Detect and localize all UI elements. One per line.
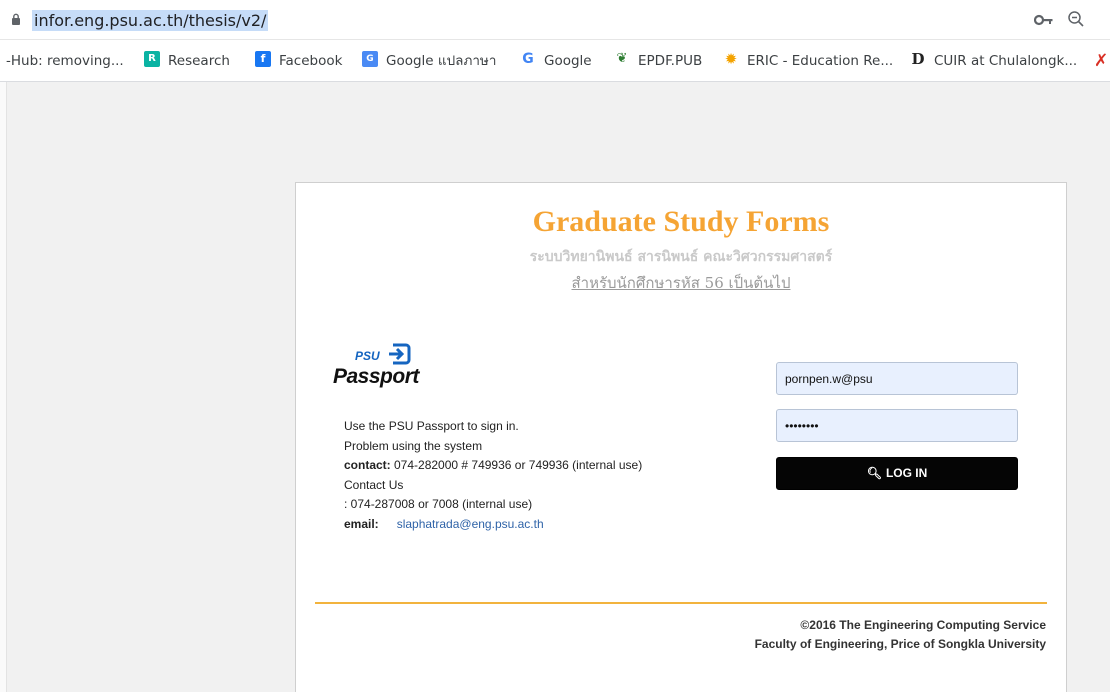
username-field[interactable] xyxy=(776,362,1018,395)
email-line: email: slaphatrada@eng.psu.ac.th xyxy=(344,516,544,531)
cuir-icon: D xyxy=(911,50,925,68)
passport-arrow-icon xyxy=(389,343,411,365)
footer-copyright: ©2016 The Engineering Computing Service xyxy=(800,618,1046,632)
info-line: : 074-287008 or 7008 (internal use) xyxy=(344,497,533,511)
more-bookmarks-icon[interactable]: ✗ xyxy=(1094,40,1108,82)
epdf-icon: ❦ xyxy=(616,51,628,66)
login-card: Graduate Study Forms ระบบวิทยานิพนธ์ สาร… xyxy=(295,182,1067,692)
researchgate-icon: R xyxy=(144,51,160,67)
google-translate-icon: G xyxy=(362,51,378,67)
student-id-link[interactable]: สำหรับนักศึกษารหัส 56 เป็นต้นไป xyxy=(296,271,1066,295)
contact-line: contact: 074-282000 # 749936 or 749936 (… xyxy=(344,458,643,472)
bookmark-google[interactable]: G Google xyxy=(520,40,591,82)
page-subtitle: ระบบวิทยานิพนธ์ สารนิพนธ์ คณะวิศวกรรมศาส… xyxy=(529,249,833,265)
eric-icon: ✹ xyxy=(724,50,738,68)
key-icon: 🔍︎ xyxy=(866,466,882,480)
bookmarks-bar: -Hub: removing... R Research f Facebook GG… xyxy=(0,40,1110,82)
page-edge xyxy=(0,82,7,692)
bookmark-cuir[interactable]: D CUIR at Chulalongk... xyxy=(910,40,1077,82)
bookmark-epdf[interactable]: ❦ EPDF.PUB xyxy=(614,40,703,82)
lock-icon xyxy=(12,13,20,25)
info-line: Problem using the system xyxy=(344,438,483,453)
url-field[interactable]: infor.eng.psu.ac.th/thesis/v2/ xyxy=(32,10,269,32)
login-button[interactable]: 🔍︎ LOG IN xyxy=(776,457,1018,490)
psu-passport-logo: PSU Passport xyxy=(333,341,453,397)
bookmark-hub[interactable]: -Hub: removing... xyxy=(6,40,124,82)
page-title: Graduate Study Forms xyxy=(532,205,830,238)
footer: ©2016 The Engineering Computing Service … xyxy=(755,616,1046,654)
bookmark-google-translate[interactable]: G Google แปลภาษา xyxy=(362,40,496,82)
help-info: Use the PSU Passport to sign in. Problem… xyxy=(344,417,642,534)
bookmark-eric[interactable]: ✹ ERIC - Education Re... xyxy=(723,40,894,82)
address-bar: infor.eng.psu.ac.th/thesis/v2/ xyxy=(0,0,1110,40)
footer-faculty: Faculty of Engineering, Price of Songkla… xyxy=(754,637,1046,651)
email-link[interactable]: slaphatrada@eng.psu.ac.th xyxy=(397,517,544,531)
password-field[interactable] xyxy=(776,409,1018,442)
info-line: Contact Us xyxy=(344,477,404,492)
key-icon[interactable] xyxy=(1034,14,1054,26)
bookmark-research[interactable]: R Research xyxy=(144,40,230,82)
google-icon: G xyxy=(522,51,534,67)
bookmark-facebook[interactable]: f Facebook xyxy=(255,40,342,82)
info-line: Use the PSU Passport to sign in. xyxy=(344,419,519,433)
divider xyxy=(315,602,1047,604)
zoom-out-icon[interactable] xyxy=(1067,10,1085,28)
facebook-icon: f xyxy=(255,51,271,67)
